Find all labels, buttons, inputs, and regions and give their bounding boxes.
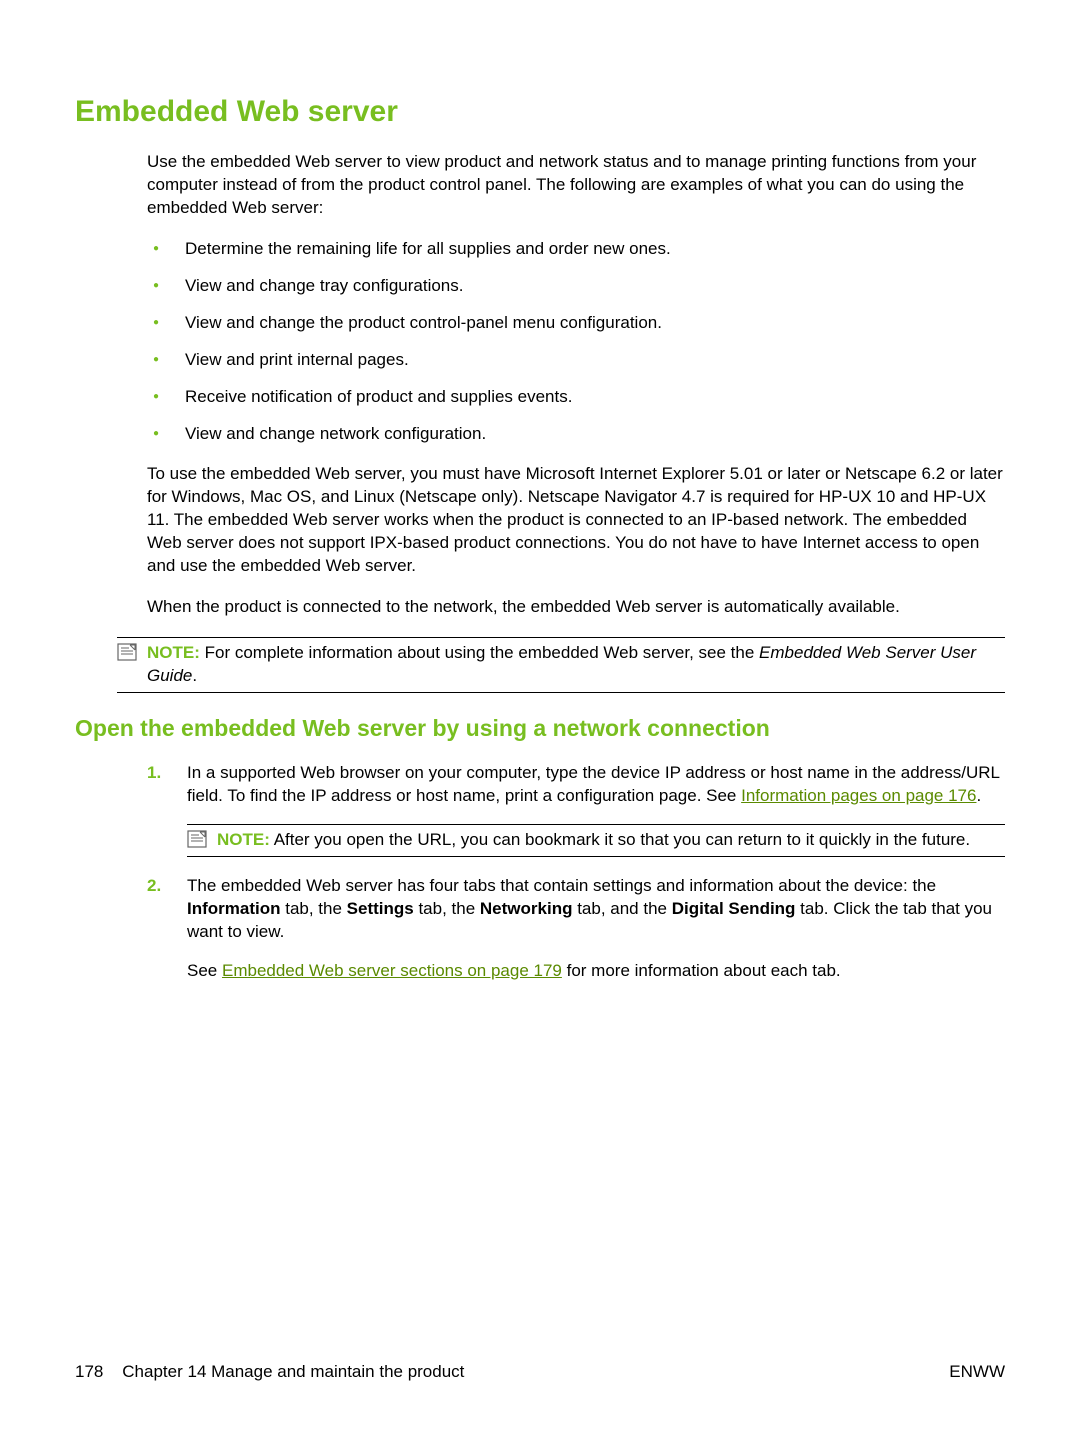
inner-note-text: After you open the URL, you can bookmark… bbox=[274, 830, 970, 849]
note-callout: NOTE: For complete information about usi… bbox=[117, 637, 1005, 693]
note-label: NOTE: bbox=[147, 643, 200, 662]
bold-networking: Networking bbox=[480, 899, 573, 918]
list-item: View and change network configuration. bbox=[147, 423, 1005, 446]
step-number: 1. bbox=[147, 762, 161, 785]
link-ews-sections[interactable]: Embedded Web server sections on page 179 bbox=[222, 961, 562, 980]
feature-list: Determine the remaining life for all sup… bbox=[147, 238, 1005, 446]
note-content: NOTE: For complete information about usi… bbox=[147, 643, 976, 685]
note-text-post: . bbox=[192, 666, 197, 685]
step2-text: The embedded Web server has four tabs th… bbox=[187, 876, 992, 941]
inner-note-callout: NOTE: After you open the URL, you can bo… bbox=[187, 824, 1005, 857]
list-item: View and change tray configurations. bbox=[147, 275, 1005, 298]
requirements-paragraph: To use the embedded Web server, you must… bbox=[147, 463, 1005, 578]
note-icon bbox=[117, 643, 137, 661]
step2-para2: See Embedded Web server sections on page… bbox=[187, 960, 1005, 983]
page-number: 178 bbox=[75, 1362, 103, 1381]
list-item: View and print internal pages. bbox=[147, 349, 1005, 372]
numbered-list: 1. In a supported Web browser on your co… bbox=[147, 762, 1005, 983]
step-text-post: . bbox=[976, 786, 981, 805]
note-icon bbox=[187, 830, 207, 848]
inner-note-content: NOTE: After you open the URL, you can bo… bbox=[217, 830, 970, 849]
note-text-pre: For complete information about using the… bbox=[205, 643, 759, 662]
t: The embedded Web server has four tabs th… bbox=[187, 876, 936, 895]
link-information-pages[interactable]: Information pages on page 176 bbox=[741, 786, 976, 805]
bold-digital-sending: Digital Sending bbox=[672, 899, 796, 918]
step-1: 1. In a supported Web browser on your co… bbox=[147, 762, 1005, 857]
list-item: Determine the remaining life for all sup… bbox=[147, 238, 1005, 261]
bold-information: Information bbox=[187, 899, 281, 918]
chapter-label: Chapter 14 Manage and maintain the produ… bbox=[122, 1362, 464, 1381]
footer-left: 178 Chapter 14 Manage and maintain the p… bbox=[75, 1362, 464, 1382]
t: tab, the bbox=[414, 899, 480, 918]
bold-settings: Settings bbox=[347, 899, 414, 918]
list-item: View and change the product control-pane… bbox=[147, 312, 1005, 335]
content-block: Use the embedded Web server to view prod… bbox=[147, 151, 1005, 619]
list-item: Receive notification of product and supp… bbox=[147, 386, 1005, 409]
t: for more information about each tab. bbox=[562, 961, 841, 980]
t: tab, and the bbox=[572, 899, 671, 918]
section-title: Open the embedded Web server by using a … bbox=[75, 715, 1005, 742]
page-footer: 178 Chapter 14 Manage and maintain the p… bbox=[75, 1362, 1005, 1382]
step-number: 2. bbox=[147, 875, 161, 898]
document-page: Embedded Web server Use the embedded Web… bbox=[0, 0, 1080, 1437]
intro-paragraph: Use the embedded Web server to view prod… bbox=[147, 151, 1005, 220]
t: tab, the bbox=[281, 899, 347, 918]
t: See bbox=[187, 961, 222, 980]
steps-block: 1. In a supported Web browser on your co… bbox=[147, 762, 1005, 983]
footer-right: ENWW bbox=[949, 1362, 1005, 1382]
note-label: NOTE: bbox=[217, 830, 270, 849]
availability-paragraph: When the product is connected to the net… bbox=[147, 596, 1005, 619]
page-title: Embedded Web server bbox=[75, 95, 1005, 129]
step-2: 2. The embedded Web server has four tabs… bbox=[147, 875, 1005, 983]
